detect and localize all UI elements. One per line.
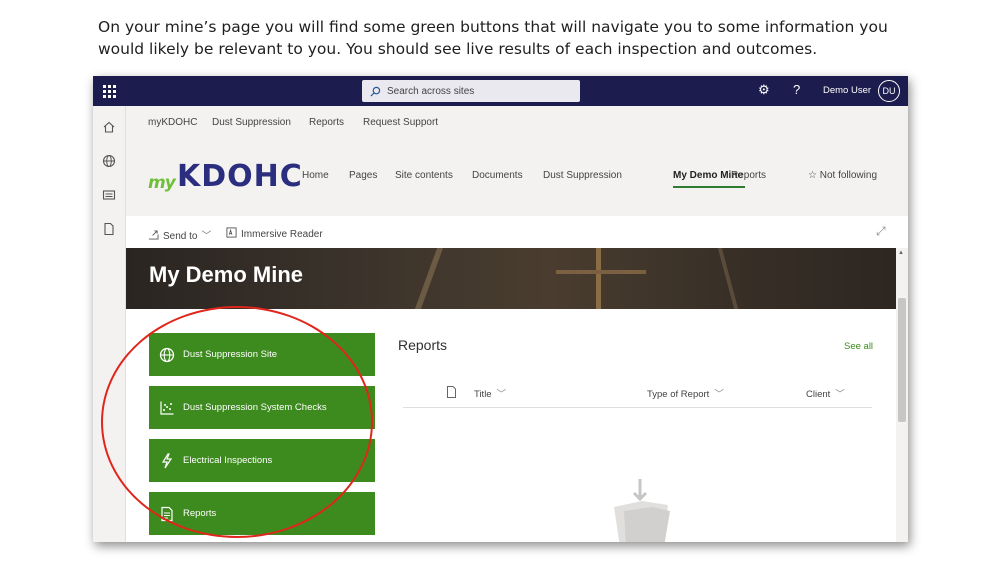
send-to-label: Send to	[163, 231, 198, 242]
immersive-reader-icon	[226, 227, 237, 238]
chevron-down-icon: ﹀	[835, 389, 845, 400]
user-avatar[interactable]: DU	[878, 80, 900, 102]
immersive-reader-button[interactable]: Immersive Reader	[226, 227, 323, 240]
star-icon: ☆	[808, 170, 820, 181]
see-all-link[interactable]: See all	[844, 341, 873, 352]
home-icon[interactable]	[102, 120, 116, 134]
column-divider	[403, 407, 872, 408]
news-icon[interactable]	[102, 188, 116, 202]
site-nav-home[interactable]: Home	[302, 170, 329, 181]
hub-link-dust-suppression[interactable]: Dust Suppression	[212, 117, 291, 128]
sharepoint-screenshot: Search across sites ⚙ ? Demo User DU myK…	[93, 76, 908, 542]
globe-icon[interactable]	[102, 154, 116, 168]
user-name[interactable]: Demo User	[823, 85, 871, 96]
column-header-type-of-report[interactable]: Type of Report ﹀	[647, 386, 724, 400]
quick-link-dust-suppression-system-checks[interactable]: Dust Suppression System Checks	[149, 386, 375, 429]
logo-my-text: my	[148, 173, 176, 193]
app-bar	[93, 106, 126, 542]
globe-icon	[159, 347, 175, 362]
waffle-icon	[103, 84, 116, 98]
search-box[interactable]: Search across sites	[362, 80, 580, 102]
quick-link-reports[interactable]: Reports	[149, 492, 375, 535]
file-type-icon[interactable]	[446, 386, 457, 398]
hub-link-reports[interactable]: Reports	[309, 117, 344, 128]
site-nav-site-contents[interactable]: Site contents	[395, 170, 453, 181]
chevron-down-icon: ﹀	[714, 389, 724, 400]
quick-link-label: Dust Suppression Site	[183, 349, 277, 360]
quick-link-dust-suppression-site[interactable]: Dust Suppression Site	[149, 333, 375, 376]
reports-webpart-title: Reports	[398, 337, 448, 353]
suite-bar: Search across sites ⚙ ? Demo User DU	[93, 76, 908, 106]
scatter-chart-icon	[160, 401, 174, 415]
lightning-icon	[161, 452, 173, 468]
hub-navigation: myKDOHC Dust Suppression Reports Request…	[126, 106, 908, 138]
document-icon[interactable]	[102, 222, 116, 236]
scroll-up-arrow-icon[interactable]: ▲	[898, 250, 904, 256]
site-nav-reports[interactable]: Reports	[731, 170, 766, 181]
chevron-down-icon: ﹀	[201, 231, 212, 242]
site-nav-dust-suppression[interactable]: Dust Suppression	[543, 170, 622, 181]
column-header-title[interactable]: Title ﹀	[474, 386, 506, 400]
app-launcher-button[interactable]	[93, 76, 126, 106]
follow-label: Not following	[819, 170, 878, 181]
column-client-label: Client	[806, 389, 831, 400]
empty-folder-icon	[614, 479, 670, 542]
search-icon	[370, 86, 381, 97]
column-title-label: Title	[474, 389, 492, 400]
search-placeholder: Search across sites	[387, 85, 475, 97]
quick-link-electrical-inspections[interactable]: Electrical Inspections	[149, 439, 375, 482]
column-header-client[interactable]: Client ﹀	[806, 386, 845, 400]
scrollbar-thumb[interactable]	[898, 298, 906, 422]
quick-link-label: Dust Suppression System Checks	[183, 402, 327, 413]
site-nav-pages[interactable]: Pages	[349, 170, 377, 181]
slide-caption: On your mine’s page you will find some g…	[98, 18, 888, 58]
hub-link-mykdohc[interactable]: myKDOHC	[148, 117, 197, 128]
active-nav-indicator	[673, 186, 745, 188]
logo-kdohc-text: KDOHC	[177, 159, 303, 194]
slide: On your mine’s page you will find some g…	[0, 0, 1000, 563]
help-icon[interactable]: ?	[793, 82, 800, 97]
site-header: my KDOHC Home Pages Site contents Docume…	[126, 138, 908, 216]
share-icon	[148, 230, 159, 240]
quick-link-label: Reports	[183, 508, 217, 519]
expand-icon[interactable]: ⤢	[876, 224, 886, 239]
site-nav-documents[interactable]: Documents	[472, 170, 523, 181]
immersive-reader-label: Immersive Reader	[241, 229, 323, 240]
quick-link-label: Electrical Inspections	[183, 455, 273, 466]
page-banner: My Demo Mine	[126, 248, 896, 309]
report-icon	[161, 506, 173, 521]
send-to-button[interactable]: Send to ﹀	[148, 227, 211, 242]
settings-gear-icon[interactable]: ⚙	[758, 82, 770, 98]
page-title: My Demo Mine	[149, 262, 304, 287]
column-type-label: Type of Report	[647, 389, 710, 400]
follow-button[interactable]: ☆ Not following	[808, 170, 877, 181]
chevron-down-icon: ﹀	[496, 389, 507, 400]
page-content: Dust Suppression Site Dust Suppression S…	[126, 309, 896, 542]
command-bar: Send to ﹀ Immersive Reader ⤢	[126, 216, 908, 248]
hub-link-request-support[interactable]: Request Support	[363, 117, 438, 128]
